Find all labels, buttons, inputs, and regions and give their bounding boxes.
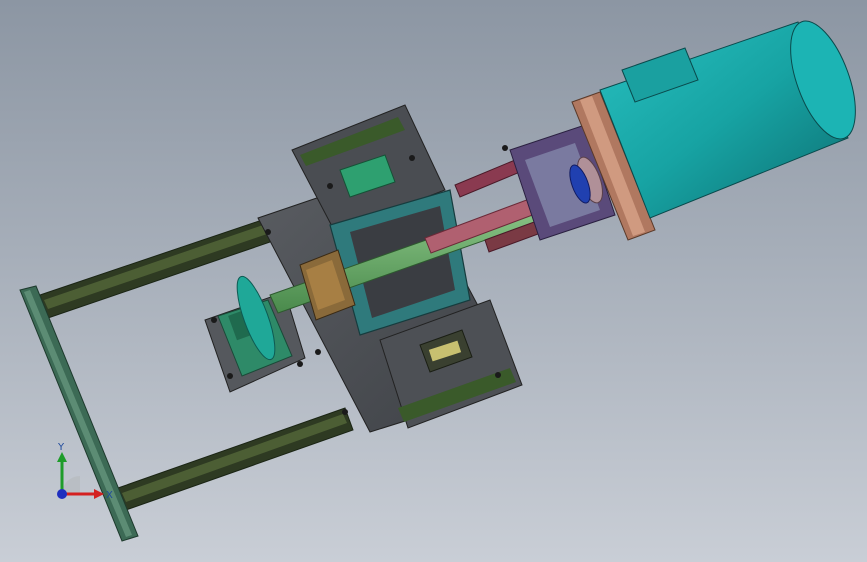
z-axis-dot [57,489,67,499]
x-axis-label: X [106,490,113,501]
y-axis-label: Y [57,442,65,453]
cad-assembly-model[interactable] [0,0,867,562]
cad-viewport[interactable]: Y X [0,0,867,562]
coordinate-triad: Y X [57,442,113,501]
motor-body [599,20,856,219]
